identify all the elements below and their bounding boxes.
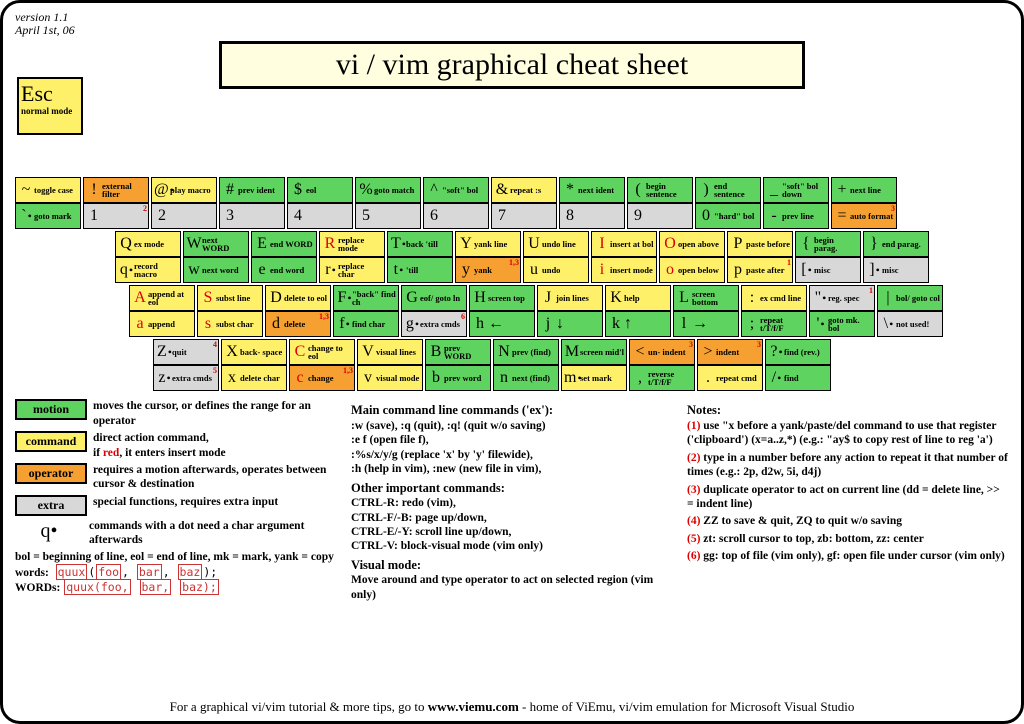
legend-command: command: [15, 431, 87, 452]
key-u: Uundo lineuundo: [523, 231, 589, 283]
bottom-info: motionmoves the cursor, or defines the r…: [15, 399, 1009, 602]
key-[: {begin parag.[misc: [795, 231, 861, 283]
key-q: Qex modeqrecord macro: [115, 231, 181, 283]
maincmds-h2: Other important commands:: [351, 481, 673, 497]
key-f: F"back" find chffind char: [333, 285, 399, 337]
key-0: )end sentence0"hard" bol: [695, 177, 761, 229]
maincmds-l2: CTRL-R: redo (vim), CTRL-F/-B: page up/d…: [351, 496, 673, 554]
esc-key: Esc normal mode: [17, 77, 83, 135]
key--: _"soft" bol down-prev line: [763, 177, 829, 229]
key-i: Iinsert at boliinsert mode: [591, 231, 657, 283]
key-p: Ppaste beforeppaste after1: [727, 231, 793, 283]
esc-glyph: Esc: [21, 81, 79, 107]
key-v: Vvisual linesvvisual mode: [357, 339, 423, 391]
maincmds-h3: Visual mode:: [351, 558, 673, 574]
key-y: Yyank lineyyank1,3: [455, 231, 521, 283]
key-]: }end parag.]misc: [863, 231, 929, 283]
key-8: *next ident8: [559, 177, 625, 229]
key-d: Ddelete to eolddelete1,3: [265, 285, 331, 337]
key-7: &repeat :s7: [491, 177, 557, 229]
maincmds-l3: Move around and type operator to act on …: [351, 573, 673, 602]
version-line: version 1.1: [15, 11, 1009, 24]
key-r: Rreplace moderreplace char: [319, 231, 385, 283]
legend-extra: extra: [15, 495, 87, 516]
key-9: (begin sentence9: [627, 177, 693, 229]
key-c: Cchange to eolcchange1,3: [289, 339, 355, 391]
key-e: Eend WORDeend word: [251, 231, 317, 283]
page-title: vi / vim graphical cheat sheet: [219, 41, 805, 89]
key-h: Hscreen toph←: [469, 285, 535, 337]
legend-motion: motion: [15, 399, 87, 420]
cheat-sheet-page: version 1.1 April 1st, 06 vi / vim graph…: [0, 0, 1024, 724]
key-,: <un- indent3,reverse t/T/f/F: [629, 339, 695, 391]
maincmds-l1: :w (save), :q (quit), :q! (quit w/o savi…: [351, 419, 673, 477]
key-;: :ex cmd line;repeat t/T/f/F: [741, 285, 807, 337]
version-info: version 1.1 April 1st, 06: [15, 11, 1009, 37]
key-o: Oopen aboveoopen below: [659, 231, 725, 283]
key-z: Zquit4zextra cmds5: [153, 339, 219, 391]
key-a: Aappend at eolaappend: [129, 285, 195, 337]
key-j: Jjoin linesj↓: [537, 285, 603, 337]
key-3: #prev ident3: [219, 177, 285, 229]
maincmds-h1: Main command line commands ('ex'):: [351, 403, 673, 419]
key-`: ~toggle case`goto mark: [15, 177, 81, 229]
legend-operator: operator: [15, 463, 87, 484]
key-': "reg. spec1'goto mk. bol: [809, 285, 875, 337]
key-m: Mscreen mid'lmset mark: [561, 339, 627, 391]
esc-label: normal mode: [21, 107, 79, 116]
key-l: Lscreen bottoml→: [673, 285, 739, 337]
key-t: Tback 'tillt'till: [387, 231, 453, 283]
footer-url: www.viemu.com: [428, 699, 519, 714]
footer: For a graphical vi/vim tutorial & more t…: [3, 699, 1021, 715]
key-5: %goto match5: [355, 177, 421, 229]
key-=: +next line=auto format3: [831, 177, 897, 229]
key-\: |bol/ goto col\not used!: [877, 285, 943, 337]
legend-column: motionmoves the cursor, or defines the r…: [15, 399, 337, 602]
key-w: Wnext WORDwnext word: [183, 231, 249, 283]
notes-header: Notes:: [687, 403, 1009, 419]
commands-column: Main command line commands ('ex'): :w (s…: [351, 399, 673, 602]
key-.: >indent3.repeat cmd: [697, 339, 763, 391]
key-6: ^"soft" bol6: [423, 177, 489, 229]
date-line: April 1st, 06: [15, 24, 1009, 37]
key-b: Bprev WORDbprev word: [425, 339, 491, 391]
key-1: !external filter12: [83, 177, 149, 229]
key-2: @play macro2: [151, 177, 217, 229]
key-/: ?find (rev.)/find: [765, 339, 831, 391]
key-n: Nprev (find)nnext (find): [493, 339, 559, 391]
notes-list: (1) use "x before a yank/paste/del comma…: [687, 419, 1009, 563]
key-g: Geof/ goto lngextra cmds6: [401, 285, 467, 337]
key-4: $eol4: [287, 177, 353, 229]
notes-column: Notes: (1) use "x before a yank/paste/de…: [687, 399, 1009, 602]
key-x: Xback- spacexdelete char: [221, 339, 287, 391]
key-s: Ssubst linessubst char: [197, 285, 263, 337]
key-k: Khelpk↑: [605, 285, 671, 337]
keyboard-grid: ~toggle case`goto mark!external filter12…: [15, 177, 1009, 391]
